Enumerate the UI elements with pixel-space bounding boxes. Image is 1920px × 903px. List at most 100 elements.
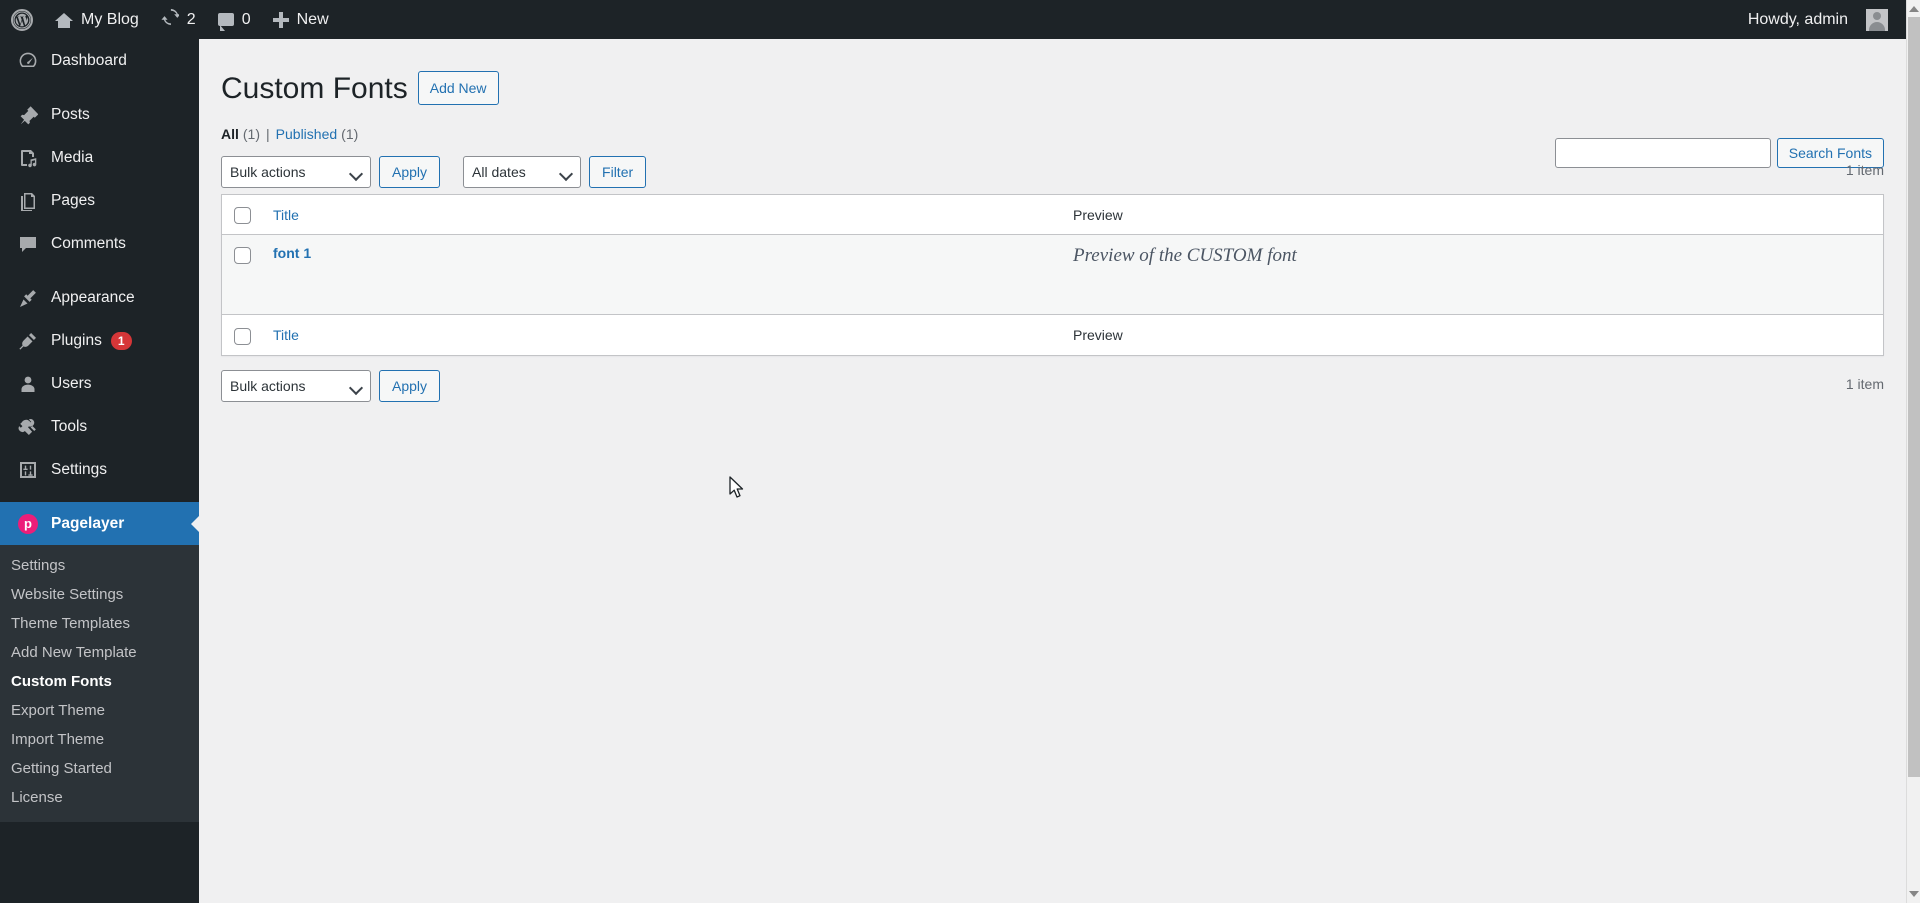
view-divider: | [266, 126, 270, 142]
sidebar-item-dashboard[interactable]: Dashboard [0, 39, 199, 82]
sidebar-label: Users [51, 374, 92, 392]
scrollbar-thumb[interactable] [1908, 17, 1920, 777]
column-footer-title[interactable]: Title [261, 315, 1061, 355]
table-footer-row: Title Preview [221, 314, 1884, 355]
appearance-brush-icon [16, 288, 40, 308]
submenu-item-website-settings[interactable]: Website Settings [0, 580, 199, 609]
table-header-row: Title Preview [221, 195, 1884, 235]
comments-menu[interactable]: 0 [207, 0, 262, 39]
row-preview-cell: Preview of the CUSTOM font [1061, 235, 1884, 315]
scroll-down-arrow-icon[interactable] [1909, 889, 1919, 899]
sidebar-item-users[interactable]: Users [0, 362, 199, 405]
howdy-label: Howdy, admin [1747, 10, 1848, 28]
comments-icon [16, 234, 40, 254]
bulk-actions-bottom: Bulk actions Apply [221, 369, 441, 402]
select-all-checkbox-bottom[interactable] [234, 327, 251, 345]
tools-wrench-icon [16, 417, 40, 437]
site-name-menu[interactable]: My Blog [44, 0, 150, 39]
select-all-header-top [222, 195, 262, 235]
submenu-item-theme-templates[interactable]: Theme Templates [0, 609, 199, 638]
table-body: font 1 Preview of the CUSTOM font [221, 234, 1884, 315]
admin-bar-right: Howdy, admin [1737, 0, 1906, 39]
bulk-actions-select-wrap-top: Bulk actions [221, 156, 371, 188]
sidebar-item-tools[interactable]: Tools [0, 405, 199, 448]
pagelayer-logo-icon: p [16, 513, 40, 534]
admin-sidebar-menu: Dashboard Posts Media Pages Comments App… [0, 39, 199, 903]
sidebar-item-posts[interactable]: Posts [0, 93, 199, 136]
table-head: Title Preview [221, 195, 1884, 235]
column-footer-preview-label: Preview [1073, 326, 1123, 343]
custom-fonts-table: Title Preview font 1 Preview of the CUST… [221, 194, 1884, 356]
column-header-preview-top: Preview [1061, 195, 1884, 235]
home-icon [55, 11, 73, 29]
sidebar-label: Plugins [51, 331, 102, 349]
sidebar-label: Media [51, 148, 94, 166]
plus-icon [272, 11, 289, 28]
sidebar-item-comments[interactable]: Comments [0, 222, 199, 265]
submenu-item-custom-fonts[interactable]: Custom Fonts [0, 667, 199, 696]
plugins-plug-icon [16, 331, 40, 351]
sidebar-item-pagelayer[interactable]: p Pagelayer [0, 502, 199, 545]
column-footer-title-label[interactable]: Title [273, 327, 299, 343]
new-content-menu[interactable]: New [262, 0, 340, 39]
sidebar-label: Comments [51, 234, 126, 252]
filter-button[interactable]: Filter [589, 156, 647, 188]
view-all[interactable]: All (1) [221, 126, 260, 142]
select-all-header-bottom [222, 315, 262, 355]
bulk-actions-select-top[interactable]: Bulk actions [221, 156, 371, 188]
my-account-menu[interactable]: Howdy, admin [1737, 0, 1888, 39]
view-all-link[interactable]: All [221, 126, 239, 142]
menu-separator [0, 265, 199, 276]
sidebar-item-pages[interactable]: Pages [0, 179, 199, 222]
main-content-area: Custom Fonts Add New All (1) | Published… [199, 39, 1906, 903]
wordpress-logo-icon [11, 8, 33, 31]
page-vertical-scrollbar[interactable] [1906, 0, 1920, 903]
page-title: Custom Fonts [221, 72, 408, 105]
row-select-cell [222, 235, 262, 315]
posts-pin-icon [16, 105, 40, 125]
apply-button-top[interactable]: Apply [379, 156, 441, 188]
sidebar-label: Pages [51, 191, 95, 209]
dates-select-wrap: All dates [463, 156, 582, 188]
view-published[interactable]: Published (1) [276, 126, 359, 142]
submenu-item-getting-started[interactable]: Getting Started [0, 754, 199, 783]
displaying-num-bottom: 1 item [1845, 375, 1884, 392]
date-filter-group: All dates Filter [463, 156, 647, 188]
row-checkbox[interactable] [234, 246, 251, 264]
wordpress-logo-menu[interactable] [0, 0, 44, 39]
bulk-actions-top: Bulk actions Apply [221, 156, 441, 188]
settings-sliders-icon [16, 460, 40, 480]
row-title-cell: font 1 [261, 235, 1061, 315]
displaying-num-top: 1 item [1845, 162, 1884, 178]
submenu-item-settings[interactable]: Settings [0, 551, 199, 580]
submenu-item-export-theme[interactable]: Export Theme [0, 696, 199, 725]
scroll-up-arrow-icon[interactable] [1909, 4, 1919, 14]
updates-refresh-icon [161, 8, 181, 31]
sidebar-label: Settings [51, 460, 108, 478]
sidebar-item-settings[interactable]: Settings [0, 448, 199, 491]
row-title-link[interactable]: font 1 [273, 245, 311, 261]
page-body: Custom Fonts Add New All (1) | Published… [199, 39, 1906, 406]
select-all-checkbox-top[interactable] [234, 207, 251, 225]
column-header-title-label[interactable]: Title [273, 207, 299, 223]
plugins-update-badge: 1 [110, 331, 132, 350]
dates-select[interactable]: All dates [463, 156, 582, 188]
table-row[interactable]: font 1 Preview of the CUSTOM font [221, 234, 1884, 315]
bulk-actions-select-bottom[interactable]: Bulk actions [221, 369, 371, 402]
column-header-title-top[interactable]: Title [261, 195, 1061, 235]
apply-button-bottom[interactable]: Apply [379, 369, 441, 402]
submenu-item-import-theme[interactable]: Import Theme [0, 725, 199, 754]
view-published-link[interactable]: Published [276, 126, 338, 142]
sidebar-item-appearance[interactable]: Appearance [0, 276, 199, 319]
submenu-item-add-new-template[interactable]: Add New Template [0, 638, 199, 667]
users-icon [16, 374, 40, 394]
sidebar-label: Appearance [51, 288, 135, 306]
tablenav-top: Bulk actions Apply All dates Filter 1 it… [221, 152, 1884, 192]
sidebar-item-media[interactable]: Media [0, 136, 199, 179]
add-new-button[interactable]: Add New [417, 70, 499, 106]
updates-menu[interactable]: 2 [150, 0, 207, 39]
admin-bar: My Blog 2 0 New Howdy, admin [0, 0, 1906, 39]
new-content-label: New [296, 10, 329, 28]
sidebar-item-plugins[interactable]: Plugins 1 [0, 319, 199, 362]
submenu-item-license[interactable]: License [0, 783, 199, 812]
